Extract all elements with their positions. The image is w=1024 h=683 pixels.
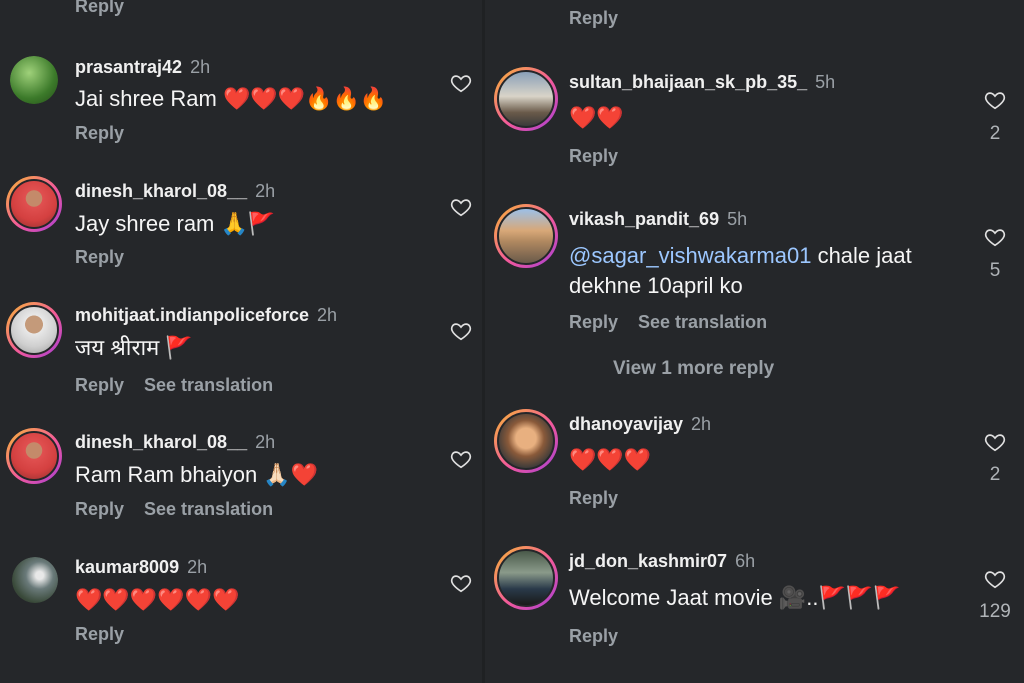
see-translation-button[interactable]: See translation bbox=[144, 375, 273, 395]
comment-time: 2h bbox=[255, 432, 276, 452]
comment-text: ❤️❤️❤️❤️❤️❤️ bbox=[75, 587, 240, 612]
like-count: 129 bbox=[979, 601, 1011, 622]
comment-username[interactable]: sultan_bhaijaan_sk_pb_35_ 5h bbox=[569, 72, 835, 93]
comment-username[interactable]: kaumar8009 2h bbox=[75, 557, 207, 578]
comment-text: @sagar_vishwakarma01 chale jaat bbox=[569, 243, 912, 268]
like-heart-icon[interactable] bbox=[450, 72, 472, 94]
reply-button[interactable]: Reply bbox=[75, 123, 124, 143]
comment-actions: Reply See translation bbox=[75, 375, 293, 396]
like-count: 5 bbox=[989, 260, 1001, 281]
comment-time: 2h bbox=[691, 414, 712, 434]
comment-text: ❤️❤️❤️ bbox=[569, 447, 652, 472]
comment-username[interactable]: dinesh_kharol_08__ 2h bbox=[75, 432, 275, 453]
comment-username[interactable]: vikash_pandit_69 5h bbox=[569, 209, 747, 230]
like-count: 2 bbox=[989, 123, 1001, 144]
comment-actions: Reply bbox=[569, 626, 638, 647]
reply-button[interactable]: Reply bbox=[569, 8, 638, 29]
comment-text-line2: dekhne 10april ko bbox=[569, 273, 743, 298]
left-comment-column: Reply prasantraj42 2h Jai shree Ram ❤️❤️❤… bbox=[0, 0, 484, 683]
comment-text: ❤️❤️ bbox=[569, 105, 624, 130]
comment-time: 2h bbox=[187, 557, 208, 577]
comment-text: Jay shree ram 🙏🚩 bbox=[75, 211, 276, 236]
avatar[interactable] bbox=[494, 204, 558, 268]
reply-button[interactable]: Reply bbox=[569, 146, 618, 166]
reply-button[interactable]: Reply bbox=[75, 375, 124, 395]
reply-button[interactable]: Reply bbox=[75, 0, 144, 17]
avatar[interactable] bbox=[6, 176, 62, 232]
view-more-replies-button[interactable]: View 1 more reply bbox=[613, 358, 774, 380]
reply-button[interactable]: Reply bbox=[75, 499, 124, 519]
like-heart-icon[interactable] bbox=[984, 431, 1006, 453]
avatar[interactable] bbox=[6, 302, 62, 358]
comment-actions: Reply See translation bbox=[569, 312, 787, 333]
comment-time: 5h bbox=[727, 209, 748, 229]
like-heart-icon[interactable] bbox=[450, 320, 472, 342]
comment-text: जय श्रीराम 🚩 bbox=[75, 335, 193, 360]
comment-time: 5h bbox=[815, 72, 836, 92]
avatar[interactable] bbox=[12, 557, 58, 603]
comment-actions: Reply See translation bbox=[75, 499, 293, 520]
reply-button[interactable]: Reply bbox=[569, 488, 618, 508]
mention-link[interactable]: @sagar_vishwakarma01 bbox=[569, 243, 811, 268]
see-translation-button[interactable]: See translation bbox=[638, 312, 767, 332]
avatar[interactable] bbox=[494, 67, 558, 131]
like-count: 2 bbox=[989, 464, 1001, 485]
comment-text: Jai shree Ram ❤️❤️❤️🔥🔥🔥 bbox=[75, 86, 388, 111]
comment-username[interactable]: dhanoyavijay 2h bbox=[569, 414, 711, 435]
reply-button[interactable]: Reply bbox=[569, 626, 618, 646]
reply-button[interactable]: Reply bbox=[569, 312, 618, 332]
comment-actions: Reply bbox=[75, 624, 144, 645]
reply-button[interactable]: Reply bbox=[75, 624, 124, 644]
comment-time: 2h bbox=[317, 305, 338, 325]
comment-actions: Reply bbox=[75, 247, 144, 268]
avatar[interactable] bbox=[494, 409, 558, 473]
comment-actions: Reply bbox=[569, 488, 638, 509]
comment-actions: Reply bbox=[569, 146, 638, 167]
like-heart-icon[interactable] bbox=[450, 448, 472, 470]
comment-username[interactable]: prasantraj42 2h bbox=[75, 57, 210, 78]
comment-time: 2h bbox=[255, 181, 276, 201]
comment-time: 6h bbox=[735, 551, 756, 571]
comment-time: 2h bbox=[190, 57, 211, 77]
comment-actions: Reply bbox=[75, 123, 144, 144]
avatar[interactable] bbox=[6, 428, 62, 484]
avatar[interactable] bbox=[10, 56, 58, 104]
comment-text: Welcome Jaat movie 🎥..🚩🚩🚩 bbox=[569, 585, 901, 610]
right-comment-column: Reply sultan_bhaijaan_sk_pb_35_ 5h ❤️❤️ R… bbox=[484, 0, 1024, 683]
comment-username[interactable]: mohitjaat.indianpoliceforce 2h bbox=[75, 305, 337, 326]
avatar[interactable] bbox=[494, 546, 558, 610]
reply-button[interactable]: Reply bbox=[75, 247, 124, 267]
comment-username[interactable]: dinesh_kharol_08__ 2h bbox=[75, 181, 275, 202]
like-heart-icon[interactable] bbox=[450, 572, 472, 594]
like-heart-icon[interactable] bbox=[450, 196, 472, 218]
comment-username[interactable]: jd_don_kashmir07 6h bbox=[569, 551, 755, 572]
like-heart-icon[interactable] bbox=[984, 568, 1006, 590]
comment-text: Ram Ram bhaiyon 🙏🏻❤️ bbox=[75, 462, 319, 487]
see-translation-button[interactable]: See translation bbox=[144, 499, 273, 519]
like-heart-icon[interactable] bbox=[984, 89, 1006, 111]
like-heart-icon[interactable] bbox=[984, 226, 1006, 248]
